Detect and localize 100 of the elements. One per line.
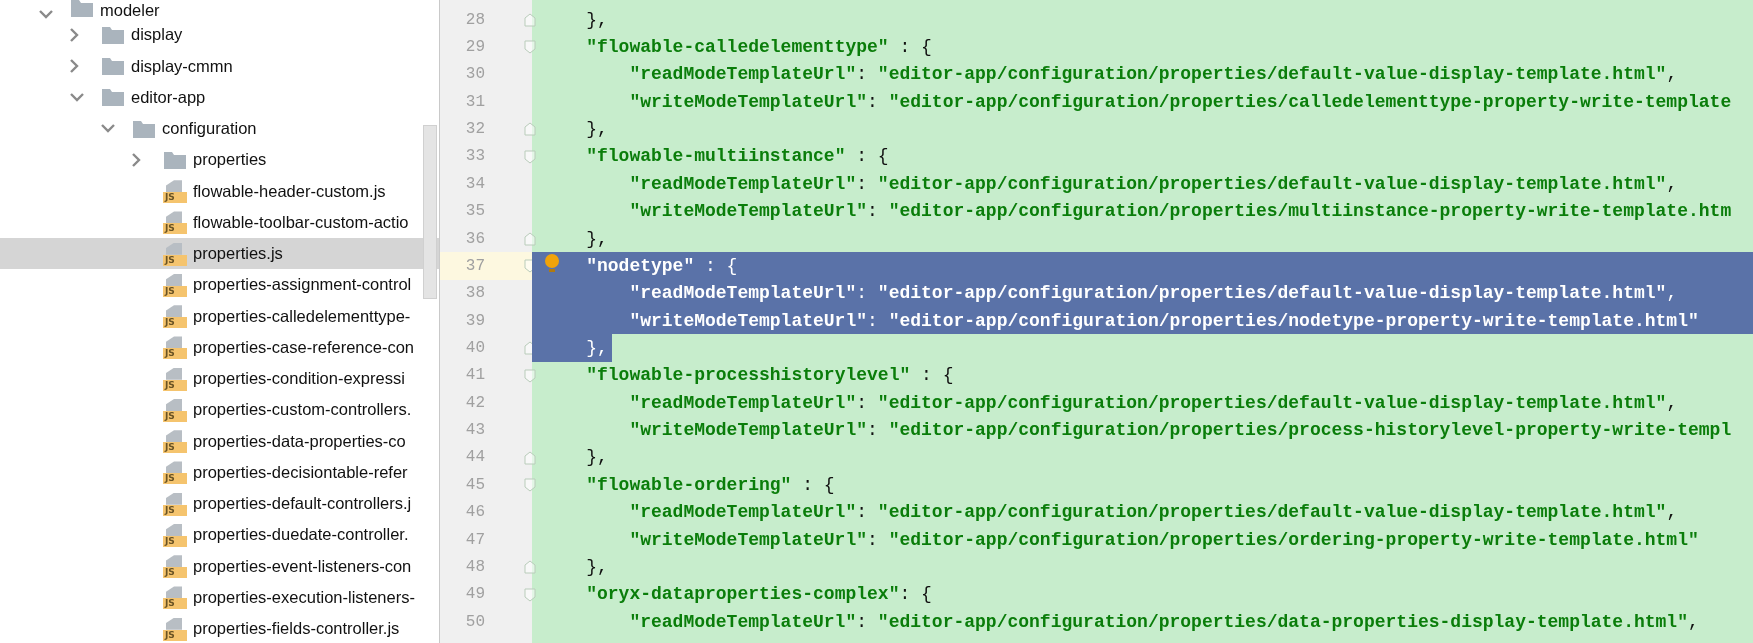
tree-item-label: properties-decisiontable-refer	[193, 462, 408, 482]
chevron-down-icon[interactable]	[70, 92, 84, 102]
fold-marker-icon[interactable]	[524, 450, 536, 465]
code-line: "writeModeTemplateUrl": "editor-app/configuration/properties/ordering-property-write-template.html"	[629, 529, 1699, 550]
tree-item[interactable]: JS properties-fields-controller.js	[0, 613, 439, 643]
line-number: 29	[464, 38, 485, 57]
tree-item[interactable]: JS properties-custom-controllers.	[0, 394, 439, 426]
tree-item[interactable]: JS properties-data-properties-co	[0, 425, 439, 457]
code-line: "readModeTemplateUrl": "editor-app/configuration/properties/default-value-display-template.html",	[629, 173, 1678, 194]
folder-icon	[101, 55, 125, 78]
code-line: "flowable-multiinstance" : {	[586, 146, 889, 167]
tree-item-label: editor-app	[131, 87, 206, 107]
chevron-right-icon[interactable]	[132, 152, 141, 167]
tree-item[interactable]: display	[0, 19, 439, 51]
line-number: 48	[464, 557, 485, 576]
line-number: 42	[464, 393, 485, 412]
tree-item-label: properties-data-properties-co	[193, 431, 406, 451]
line-number: 45	[464, 475, 485, 494]
line-number: 44	[464, 448, 485, 467]
fold-marker-icon[interactable]	[524, 587, 536, 602]
tree-item-label: display	[131, 25, 183, 45]
line-number: 46	[464, 503, 485, 522]
code-line: "writeModeTemplateUrl": "editor-app/configuration/properties/multiinstance-property-write-template.htm	[629, 201, 1732, 222]
line-number: 41	[464, 366, 485, 385]
tree-item-label: properties-condition-expressi	[193, 369, 405, 389]
chevron-down-icon[interactable]	[39, 10, 53, 20]
code-line: "readModeTemplateUrl": "editor-app/configuration/properties/default-value-display-template.html",	[629, 502, 1678, 523]
tree-item[interactable]: JS properties-case-reference-con	[0, 331, 439, 363]
tree-item-label: properties-fields-controller.js	[193, 619, 400, 639]
chevron-down-icon[interactable]	[101, 124, 115, 134]
code-line: },	[586, 9, 608, 30]
tree-item-label: properties-calledelementtype-	[193, 306, 411, 326]
chevron-right-icon[interactable]	[70, 27, 79, 42]
line-number: 40	[464, 339, 485, 357]
tree-item[interactable]: JS properties.js	[0, 238, 439, 270]
tree-item[interactable]: JS properties-calledelementtype-	[0, 300, 439, 332]
tree-item-label: properties	[193, 150, 267, 170]
tree-item-label: properties.js	[193, 244, 283, 264]
fold-marker-icon[interactable]	[524, 122, 536, 137]
tree-item-label: flowable-header-custom.js	[193, 181, 386, 201]
line-number: 31	[464, 92, 485, 111]
code-line: "writeModeTemplateUrl": "editor-app/configuration/properties/process-historylevel-property-write-templ	[629, 420, 1732, 441]
tree-item-label: modeler	[100, 1, 160, 20]
line-number: 35	[464, 202, 485, 221]
line-number: 47	[464, 530, 485, 549]
folder-icon	[101, 86, 125, 109]
code-line: },	[586, 556, 608, 577]
tree-item[interactable]: configuration	[0, 113, 439, 145]
fold-marker-icon[interactable]	[524, 560, 536, 575]
code-line: },	[586, 338, 608, 358]
code-line: },	[586, 447, 608, 468]
fold-marker-icon[interactable]	[524, 368, 536, 383]
code-line: "writeModeTemplateUrl": "editor-app/configuration/properties/nodetype-property-write-template.html"	[629, 310, 1699, 331]
tree-item-label: properties-default-controllers.j	[193, 494, 412, 514]
line-number: 28	[464, 10, 485, 29]
line-number: 34	[464, 174, 485, 193]
code-line: "flowable-calledelementtype" : {	[586, 37, 932, 58]
tree-item[interactable]: JS properties-execution-listeners-	[0, 581, 439, 613]
lightbulb-icon[interactable]	[544, 254, 560, 275]
tree-item[interactable]: editor-app	[0, 81, 439, 113]
line-number: 32	[464, 120, 485, 139]
tree-item[interactable]: JS flowable-header-custom.js	[0, 175, 439, 207]
tree-item-label: display-cmmn	[131, 56, 233, 76]
code-line: "flowable-ordering" : {	[586, 474, 835, 495]
line-number: 49	[464, 585, 485, 604]
tree-item[interactable]: JS properties-assignment-control	[0, 269, 439, 301]
tree-item-label: properties-execution-listeners-	[193, 587, 415, 607]
tree-item-label: properties-assignment-control	[193, 275, 412, 295]
tree-item[interactable]: display-cmmn	[0, 50, 439, 82]
code-line: "readModeTemplateUrl": "editor-app/configuration/properties/default-value-display-template.html",	[629, 64, 1678, 85]
fold-marker-icon[interactable]	[524, 40, 536, 55]
tree-item[interactable]: modeler	[0, 0, 439, 20]
tree-item[interactable]: JS properties-event-listeners-con	[0, 550, 439, 582]
tree-item-label: flowable-toolbar-custom-actio	[193, 212, 409, 232]
code-line: "nodetype" : {	[586, 255, 738, 276]
fold-marker-icon[interactable]	[524, 478, 536, 493]
chevron-right-icon[interactable]	[70, 59, 79, 74]
scrollbar-thumb[interactable]	[423, 125, 437, 299]
fold-marker-icon[interactable]	[524, 231, 536, 246]
tree-item[interactable]: JS properties-duedate-controller.	[0, 519, 439, 551]
tree-item[interactable]: JS flowable-toolbar-custom-actio	[0, 206, 439, 238]
code-line: "writeModeTemplateUrl": "editor-app/configuration/properties/calledelementtype-property-write-template	[629, 91, 1732, 112]
tree-item[interactable]: JS properties-default-controllers.j	[0, 488, 439, 520]
code-line: "readModeTemplateUrl": "editor-app/configuration/properties/data-properties-display-template.html",	[629, 611, 1699, 632]
code-line: "readModeTemplateUrl": "editor-app/configuration/properties/default-value-display-template.html",	[629, 392, 1678, 413]
line-number: 37	[464, 256, 485, 275]
tree-item[interactable]: JS properties-condition-expressi	[0, 363, 439, 395]
line-number: 33	[464, 147, 485, 166]
line-number: 39	[464, 311, 485, 330]
code-line: },	[586, 119, 608, 140]
tree-item-label: configuration	[162, 119, 257, 139]
tree-item[interactable]: properties	[0, 144, 439, 176]
code-line: "oryx-dataproperties-complex": {	[586, 584, 932, 605]
fold-marker-icon[interactable]	[524, 13, 536, 27]
fold-marker-icon[interactable]	[524, 149, 536, 164]
line-number: 36	[464, 229, 485, 248]
line-number: 50	[464, 612, 485, 631]
tree-item-label: properties-duedate-controller.	[193, 525, 409, 545]
code-line: "flowable-processhistorylevel" : {	[586, 365, 954, 386]
tree-item[interactable]: JS properties-decisiontable-refer	[0, 456, 439, 488]
